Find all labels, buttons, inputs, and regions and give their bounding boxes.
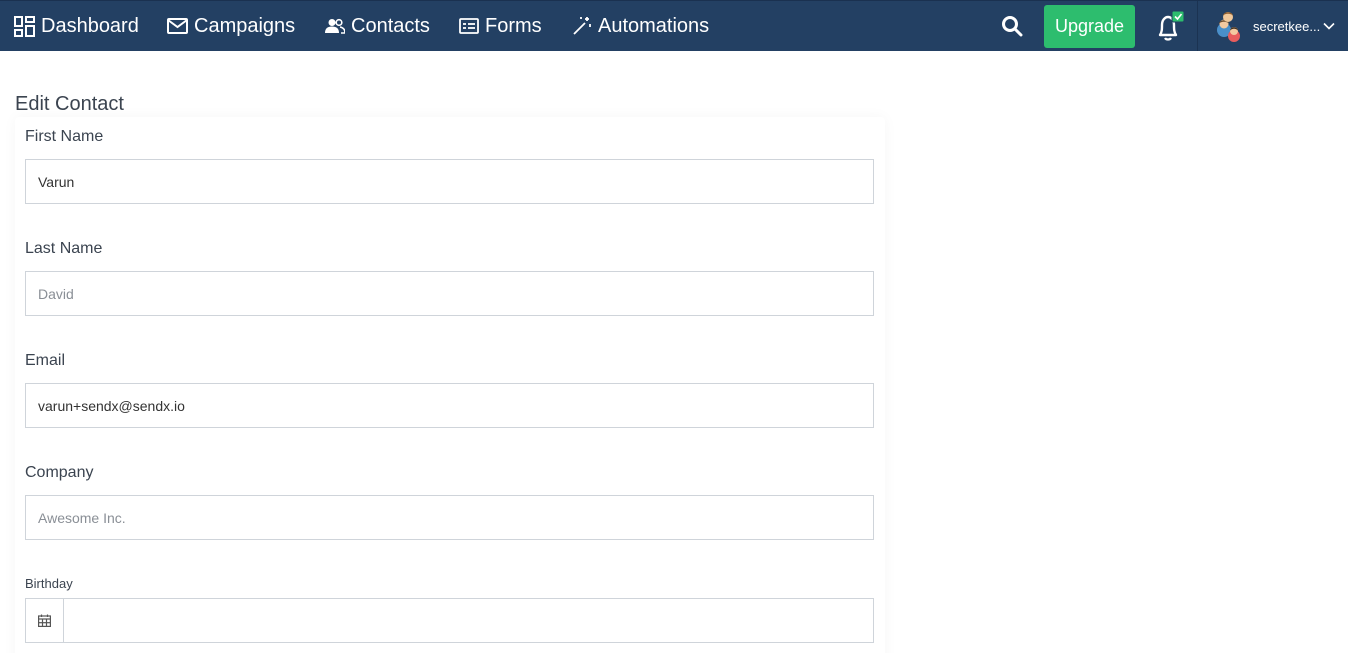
nav-label-forms: Forms — [485, 14, 542, 37]
nav-label-dashboard: Dashboard — [41, 14, 139, 37]
birthday-date-picker — [25, 598, 874, 643]
company-field[interactable] — [25, 495, 874, 540]
nav-item-forms[interactable]: Forms — [459, 1, 542, 51]
nav-divider — [1197, 1, 1198, 51]
company-label: Company — [25, 464, 94, 481]
top-nav-bar: Dashboard Campaigns Contacts Forms Autom… — [0, 0, 1348, 51]
nav-item-automations[interactable]: Automations — [572, 1, 709, 51]
last-name-label: Last Name — [25, 240, 103, 257]
envelope-icon — [167, 18, 188, 34]
first-name-label: First Name — [25, 128, 104, 145]
search-icon[interactable] — [1000, 14, 1024, 38]
magic-wand-icon — [572, 16, 592, 36]
nav-item-dashboard[interactable]: Dashboard — [14, 1, 139, 51]
nav-label-automations: Automations — [598, 14, 710, 37]
avatar[interactable] — [1213, 10, 1245, 42]
page-title: Edit Contact — [15, 93, 124, 115]
birthday-label: Birthday — [25, 576, 73, 591]
users-icon — [325, 18, 345, 34]
birthday-field[interactable] — [64, 599, 873, 642]
email-label: Email — [25, 352, 66, 369]
chevron-down-icon[interactable] — [1322, 19, 1336, 33]
nav-label-campaigns: Campaigns — [194, 14, 296, 37]
email-field[interactable] — [25, 383, 874, 428]
notification-bell-icon[interactable] — [1152, 10, 1186, 44]
account-menu-username[interactable]: secretkee... — [1253, 1, 1320, 51]
last-name-field[interactable] — [25, 271, 874, 316]
calendar-icon[interactable] — [26, 599, 64, 642]
nav-item-contacts[interactable]: Contacts — [325, 1, 430, 51]
nav-label-contacts: Contacts — [351, 14, 430, 37]
first-name-field[interactable] — [25, 159, 874, 204]
nav-item-campaigns[interactable]: Campaigns — [167, 1, 295, 51]
upgrade-button[interactable]: Upgrade — [1044, 5, 1135, 48]
form-icon — [459, 18, 479, 34]
dashboard-icon — [14, 15, 35, 37]
